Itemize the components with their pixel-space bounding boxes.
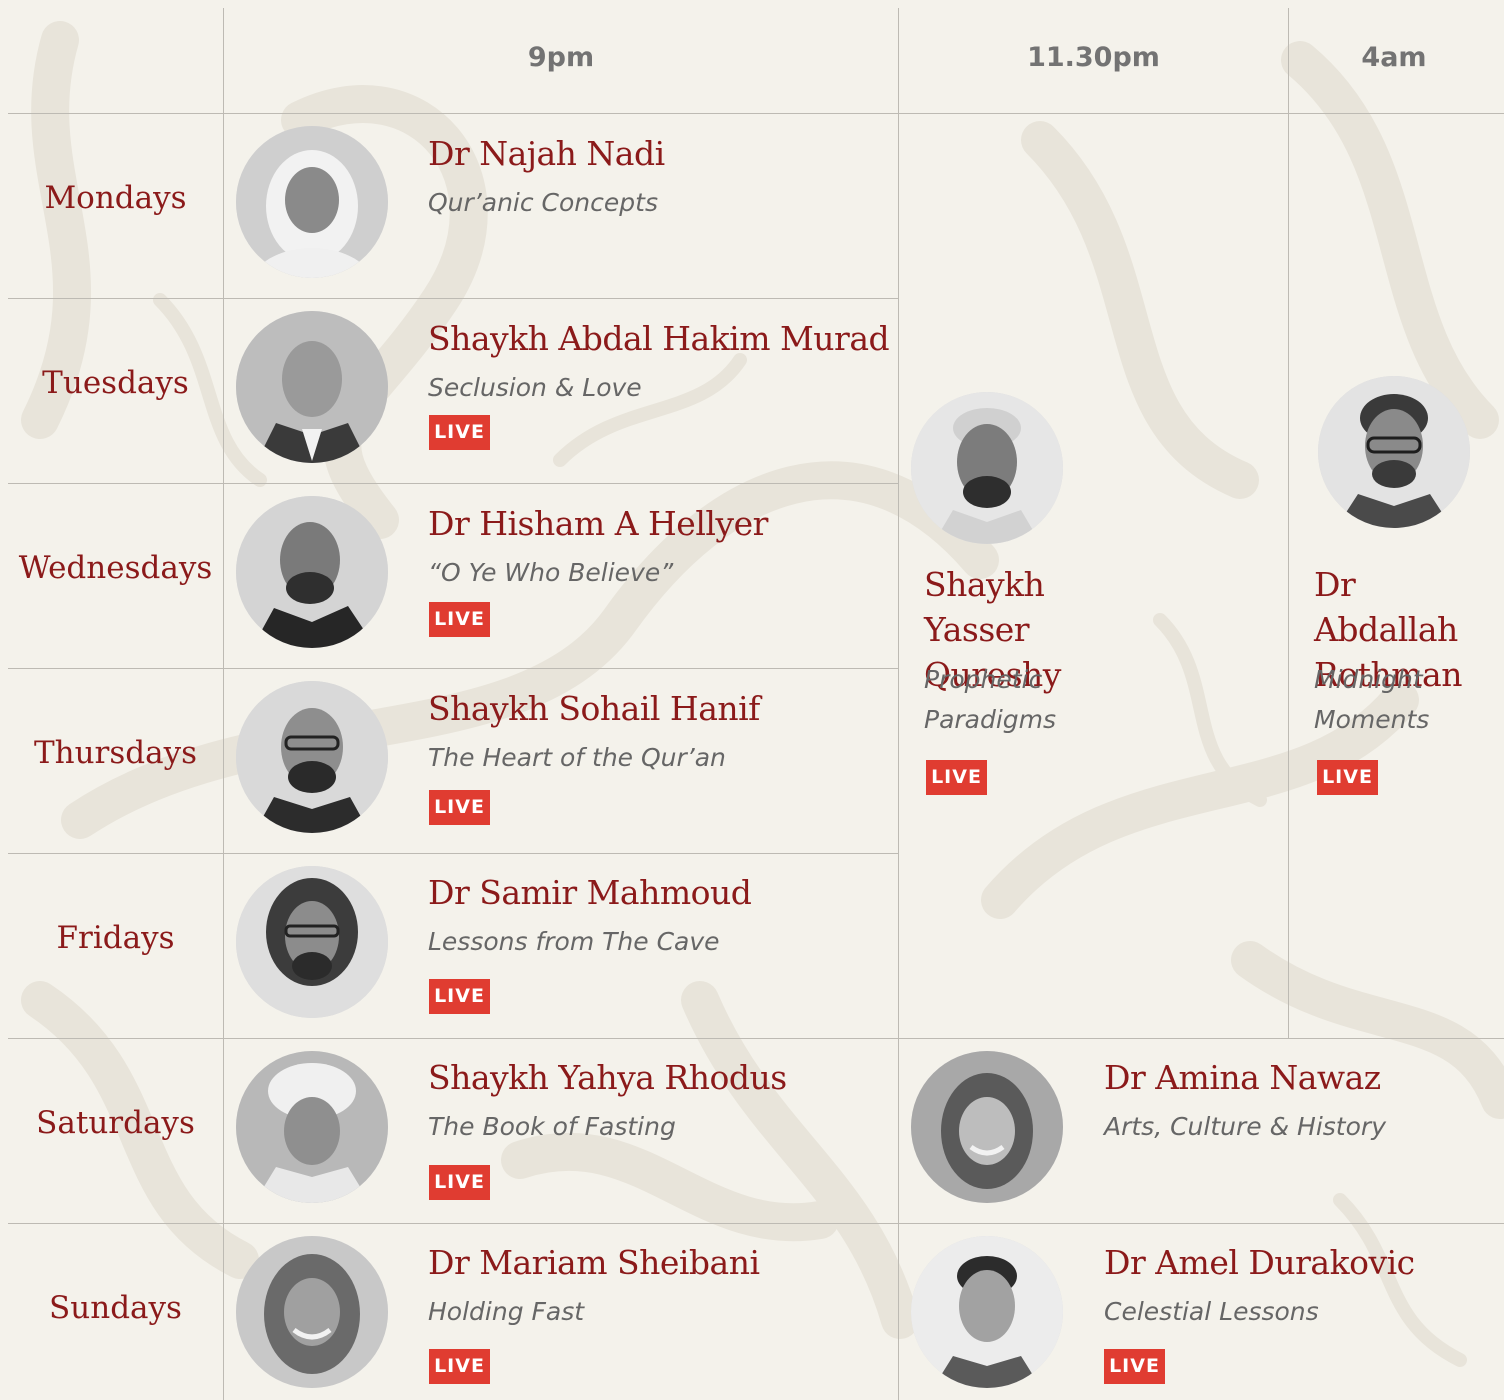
speaker-name[interactable]: Dr Samir Mahmoud [428, 873, 752, 912]
live-badge: LIVE [1104, 1349, 1165, 1384]
speaker-name[interactable]: Dr Najah Nadi [428, 134, 665, 173]
divider [8, 1223, 1504, 1224]
speaker-name[interactable]: Dr Mariam Sheibani [428, 1243, 760, 1282]
live-badge: LIVE [429, 1165, 490, 1200]
speaker-name[interactable]: Dr Amina Nawaz [1104, 1058, 1381, 1097]
speaker-name[interactable]: Dr Hisham A Hellyer [428, 504, 768, 543]
speaker-avatar[interactable] [236, 681, 388, 833]
day-label-sunday: Sundays [49, 1290, 182, 1326]
speaker-name[interactable]: Shaykh Abdal Hakim Murad [428, 319, 890, 358]
divider [8, 113, 1504, 114]
divider [1288, 8, 1289, 1038]
course-title: The Heart of the Qur’an [428, 743, 726, 772]
divider [898, 8, 899, 1400]
speaker-avatar[interactable] [911, 1051, 1063, 1203]
live-badge: LIVE [429, 1349, 490, 1384]
speaker-avatar[interactable] [236, 1236, 388, 1388]
speaker-avatar[interactable] [236, 311, 388, 463]
divider [8, 668, 898, 669]
course-title: Arts, Culture & History [1104, 1112, 1386, 1141]
course-title: Holding Fast [428, 1297, 585, 1326]
speaker-avatar[interactable] [911, 392, 1063, 544]
live-badge: LIVE [1317, 760, 1378, 795]
day-label-saturday: Saturdays [36, 1105, 195, 1141]
divider [8, 483, 898, 484]
course-title: Midnight Moments [1314, 665, 1430, 734]
live-badge: LIVE [429, 415, 490, 450]
day-label-wednesday: Wednesdays [18, 550, 213, 586]
divider [223, 8, 224, 1400]
live-badge: LIVE [429, 790, 490, 825]
course-title: “O Ye Who Believe” [428, 558, 674, 587]
course-title: Lessons from The Cave [428, 927, 720, 956]
course-title: Prophetic Paradigms [924, 665, 1057, 734]
day-label-monday: Mondays [44, 180, 187, 216]
time-header-9pm: 9pm [527, 42, 595, 73]
course-title: The Book of Fasting [428, 1112, 676, 1141]
speaker-name[interactable]: Shaykh Sohail Hanif [428, 689, 760, 728]
course-title: Celestial Lessons [1104, 1297, 1319, 1326]
divider [8, 1038, 1504, 1039]
course-title: Seclusion & Love [428, 373, 642, 402]
live-badge: LIVE [429, 979, 490, 1014]
day-label-tuesday: Tuesdays [42, 365, 189, 401]
time-header-1130pm: 11.30pm [1027, 42, 1160, 73]
speaker-avatar[interactable] [236, 866, 388, 1018]
live-badge: LIVE [926, 760, 987, 795]
speaker-avatar[interactable] [911, 1236, 1063, 1388]
divider [8, 853, 898, 854]
speaker-avatar[interactable] [236, 126, 388, 278]
speaker-avatar[interactable] [236, 496, 388, 648]
day-label-thursday: Thursdays [33, 735, 198, 771]
divider [8, 298, 898, 299]
speaker-avatar[interactable] [1318, 376, 1470, 528]
day-label-friday: Fridays [56, 920, 175, 956]
course-title: Qur’anic Concepts [428, 188, 658, 217]
time-header-4am: 4am [1361, 42, 1427, 73]
speaker-avatar[interactable] [236, 1051, 388, 1203]
live-badge: LIVE [429, 602, 490, 637]
speaker-name[interactable]: Shaykh Yahya Rhodus [428, 1058, 787, 1097]
speaker-name[interactable]: Dr Amel Durakovic [1104, 1243, 1415, 1282]
